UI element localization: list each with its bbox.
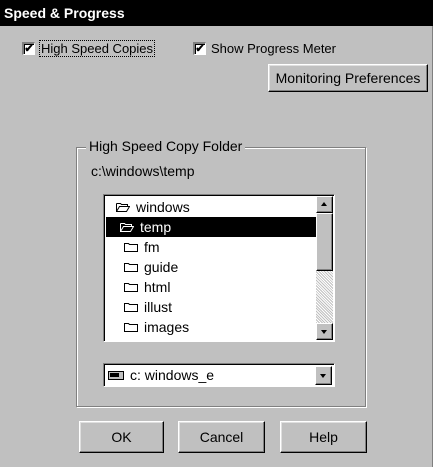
ok-button[interactable]: OK	[79, 421, 164, 453]
chevron-down-icon	[320, 374, 326, 378]
drive-dropdown-button[interactable]	[315, 366, 332, 385]
speed-progress-dialog: Speed & Progress ✔ High Speed Copies ✔ S…	[0, 0, 433, 467]
folder-item[interactable]: html	[106, 277, 319, 297]
scroll-down-button[interactable]	[316, 323, 333, 340]
folder-item-label: fm	[144, 239, 160, 255]
group-title: High Speed Copy Folder	[86, 138, 246, 154]
folder-item-label: illust	[144, 299, 173, 315]
arrow-down-icon	[321, 330, 327, 334]
arrow-up-icon	[321, 202, 327, 206]
ok-button-label: OK	[111, 429, 132, 445]
folder-closed-icon	[124, 283, 138, 292]
folder-item[interactable]: illust	[106, 297, 319, 317]
folder-item-label: images	[144, 319, 190, 335]
scroll-up-button[interactable]	[316, 196, 333, 213]
cancel-button[interactable]: Cancel	[178, 421, 265, 453]
checkbox-high-speed-mark: ✔	[22, 41, 35, 55]
folder-item-label: html	[144, 279, 171, 295]
folder-listbox[interactable]: windows temp fm guide html illust images	[103, 194, 335, 342]
folder-closed-icon	[124, 323, 138, 332]
folder-item[interactable]: fm	[106, 237, 319, 257]
help-button-label: Help	[309, 429, 338, 445]
high-speed-copies-checkbox[interactable]: ✔ High Speed Copies	[22, 39, 156, 57]
folder-path-text: c:\windows\temp	[91, 163, 195, 179]
help-button[interactable]: Help	[280, 421, 367, 453]
show-progress-meter-label: Show Progress Meter	[211, 40, 336, 56]
checkbox-progress-mark: ✔	[193, 41, 206, 55]
folder-open-icon	[120, 223, 134, 232]
show-progress-meter-checkbox[interactable]: ✔ Show Progress Meter	[193, 39, 336, 57]
scroll-thumb[interactable]	[316, 213, 333, 271]
high-speed-copies-label: High Speed Copies	[38, 39, 156, 57]
folder-open-icon	[116, 203, 130, 212]
folder-closed-icon	[124, 303, 138, 312]
folder-closed-icon	[124, 263, 138, 272]
folder-item-label: temp	[140, 219, 172, 235]
folder-item-label: windows	[136, 199, 190, 215]
folder-item-selected[interactable]: temp	[106, 217, 319, 237]
drive-icon	[108, 370, 124, 380]
monitoring-preferences-button[interactable]: Monitoring Preferences	[268, 64, 428, 92]
monitoring-preferences-label: Monitoring Preferences	[275, 70, 421, 86]
drive-select-value: c: windows_e	[130, 367, 215, 383]
folder-item-label: guide	[144, 259, 179, 275]
drive-select[interactable]: c: windows_e	[103, 363, 335, 387]
cancel-button-label: Cancel	[199, 429, 244, 445]
dialog-title: Speed & Progress	[0, 0, 433, 26]
folder-closed-icon	[124, 243, 138, 252]
folder-item[interactable]: guide	[106, 257, 319, 277]
folder-list-scrollbar[interactable]	[316, 196, 333, 340]
folder-item[interactable]: windows	[106, 197, 319, 217]
folder-item[interactable]: images	[106, 317, 319, 337]
